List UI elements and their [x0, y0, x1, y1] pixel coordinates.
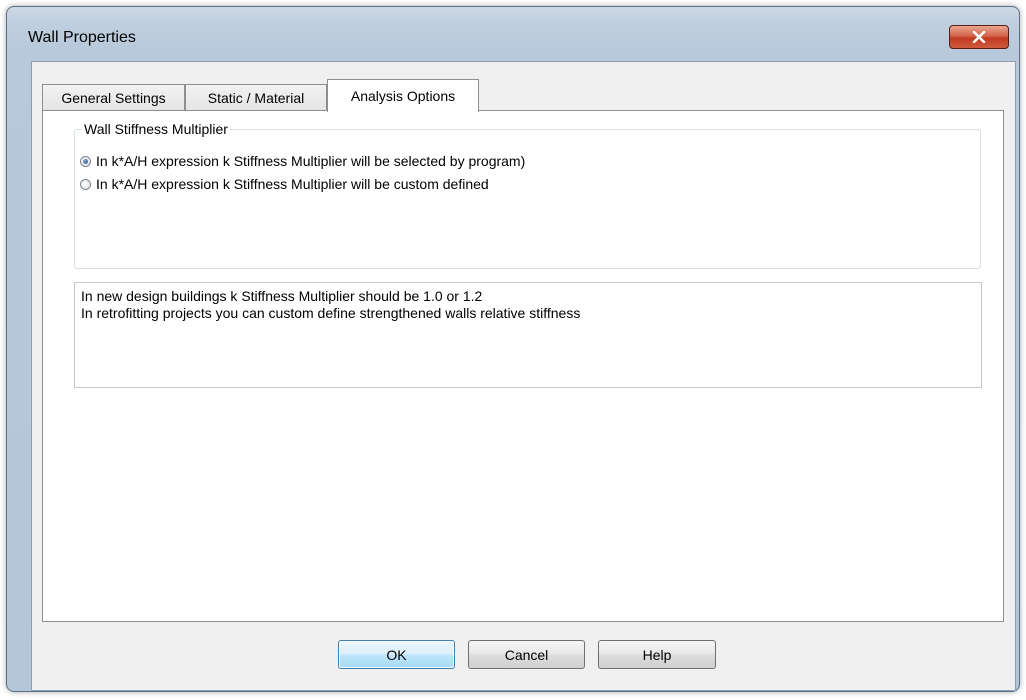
radio-option-custom-defined[interactable]: In k*A/H expression k Stiffness Multipli…: [80, 176, 489, 192]
info-line: In new design buildings k Stiffness Mult…: [81, 288, 483, 304]
radio-label: In k*A/H expression k Stiffness Multipli…: [96, 153, 526, 169]
close-icon: [972, 31, 986, 43]
group-label: Wall Stiffness Multiplier: [82, 121, 230, 137]
wall-properties-dialog: Wall Properties General Settings Static …: [6, 6, 1020, 692]
info-line: In retrofitting projects you can custom …: [81, 305, 581, 321]
ok-button[interactable]: OK: [338, 640, 455, 669]
info-text-box: In new design buildings k Stiffness Mult…: [74, 282, 982, 388]
radio-button-checked[interactable]: [80, 155, 91, 167]
dialog-client-area: General Settings Static / Material Analy…: [31, 61, 1016, 691]
tab-analysis-options[interactable]: Analysis Options: [327, 79, 479, 112]
radio-label: In k*A/H expression k Stiffness Multipli…: [96, 176, 489, 192]
cancel-button[interactable]: Cancel: [468, 640, 585, 669]
tab-static-material[interactable]: Static / Material: [185, 84, 327, 111]
analysis-options-panel: Wall Stiffness Multiplier In k*A/H expre…: [42, 110, 1004, 622]
wall-stiffness-multiplier-group: Wall Stiffness Multiplier In k*A/H expre…: [74, 121, 981, 269]
radio-option-program-selected[interactable]: In k*A/H expression k Stiffness Multipli…: [80, 153, 525, 169]
close-button[interactable]: [949, 25, 1009, 49]
radio-button-unchecked[interactable]: [80, 178, 91, 190]
dialog-title: Wall Properties: [28, 29, 136, 46]
help-button[interactable]: Help: [598, 640, 716, 669]
tab-general-settings[interactable]: General Settings: [42, 84, 185, 111]
